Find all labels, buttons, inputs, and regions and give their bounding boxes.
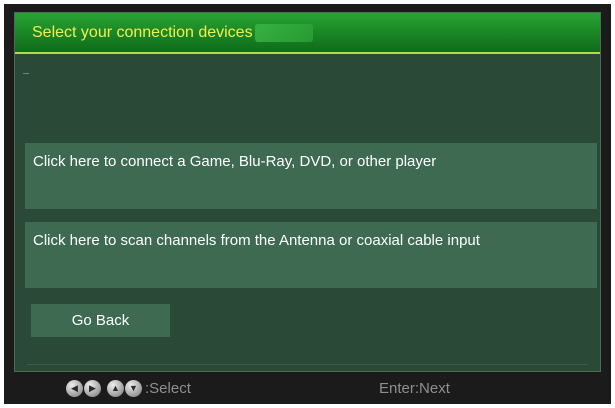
connect-player-option[interactable]: Click here to connect a Game, Blu-Ray, D…	[25, 143, 597, 209]
left-arrow-icon: ◀	[66, 379, 83, 397]
tv-menu-frame: Select your connection devices Click her…	[4, 4, 611, 404]
select-hint: :Select	[145, 379, 191, 397]
go-back-button[interactable]: Go Back	[31, 304, 170, 337]
bottom-divider	[27, 364, 588, 365]
page-title: Select your connection devices	[32, 23, 253, 41]
enter-next-hint: Enter:Next	[379, 379, 450, 397]
divider-mark	[23, 73, 29, 74]
scan-channels-option-label: Click here to scan channels from the Ant…	[33, 232, 480, 249]
title-bar: Select your connection devices	[15, 13, 600, 54]
footer-hints: ◀ ▶ ▲ ▼ :Select Enter:Next	[4, 372, 611, 404]
connection-menu-screen: Select your connection devices Click her…	[14, 12, 601, 372]
connect-player-option-label: Click here to connect a Game, Blu-Ray, D…	[33, 153, 437, 170]
right-arrow-icon: ▶	[84, 379, 101, 397]
title-highlight-decoration	[254, 23, 313, 42]
down-arrow-icon: ▼	[125, 379, 142, 397]
navigation-hints: ◀ ▶ ▲ ▼ :Select	[66, 379, 191, 397]
scan-channels-option[interactable]: Click here to scan channels from the Ant…	[25, 222, 597, 288]
go-back-button-label: Go Back	[71, 312, 130, 329]
up-arrow-icon: ▲	[107, 379, 124, 397]
